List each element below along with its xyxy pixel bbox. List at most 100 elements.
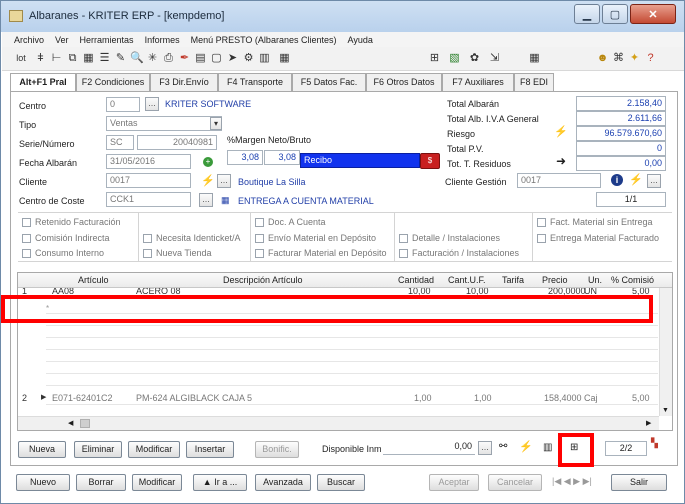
disponible-field[interactable]: 0,00 xyxy=(383,440,475,455)
gestion-lightning-icon[interactable]: ⚡ xyxy=(629,173,643,186)
facturar-deposito-checkbox[interactable]: Facturar Material en Depósito xyxy=(255,248,387,258)
tab-transporte[interactable]: F4 Transporte xyxy=(218,73,292,91)
coste-lookup-button[interactable]: … xyxy=(199,193,213,207)
insertar-linea-button[interactable]: Insertar xyxy=(186,441,234,458)
col-cant-uf[interactable]: Cant.U.F. xyxy=(448,275,486,285)
lot-icon[interactable]: lot xyxy=(12,52,30,65)
binoculars-icon[interactable]: ⚯ xyxy=(499,441,507,452)
avanzada-button[interactable]: Avanzada xyxy=(255,474,311,491)
info-icon[interactable]: i xyxy=(611,174,623,186)
serie-field[interactable]: SC xyxy=(106,135,134,150)
menu-presto[interactable]: Menú PRESTO (Albaranes Clientes) xyxy=(191,35,337,45)
arrow-right-icon[interactable]: ➜ xyxy=(556,154,566,168)
insert-icon[interactable]: ⊢ xyxy=(50,52,63,65)
centro-field[interactable]: 0 xyxy=(106,97,140,112)
fecha-field[interactable]: 31/05/2016 xyxy=(106,154,191,169)
table-row-selected[interactable]: 2 ▶ E071-62401C2 PM-624 ALGIBLACK CAJA 5… xyxy=(18,392,658,404)
menu-ayuda[interactable]: Ayuda xyxy=(347,35,372,45)
minimize-button[interactable]: ▁ xyxy=(574,4,600,24)
grid-icon[interactable]: ▦ xyxy=(82,52,95,65)
calendar-icon[interactable]: ▦ xyxy=(528,52,541,65)
riesgo-lightning-icon[interactable]: ⚡ xyxy=(554,125,568,138)
export-icon[interactable]: ⇲ xyxy=(488,52,501,65)
salir-button[interactable]: Salir xyxy=(611,474,667,491)
copy-icon[interactable]: ⧉ xyxy=(66,52,79,65)
accept-icon[interactable]: ☻ xyxy=(596,52,609,65)
star-icon[interactable]: ✳ xyxy=(146,52,159,65)
comision-indirecta-checkbox[interactable]: Comisión Indirecta xyxy=(22,233,110,243)
necesita-identicket-checkbox[interactable]: Necesita Identicket/A xyxy=(143,233,241,243)
modificar-linea-button[interactable]: Modificar xyxy=(128,441,180,458)
centro-lookup-button[interactable]: … xyxy=(145,97,159,111)
recibo-field[interactable]: Recibo xyxy=(300,153,420,168)
nueva-linea-button[interactable]: Nueva xyxy=(18,441,66,458)
gestion-lookup-button[interactable]: … xyxy=(647,174,661,188)
cliente-lookup-button[interactable]: … xyxy=(217,174,231,188)
box-icon[interactable]: ▢ xyxy=(210,52,223,65)
borrar-button[interactable]: Borrar xyxy=(76,474,126,491)
cliente-name[interactable]: Boutique La Silla xyxy=(238,177,306,187)
menu-archivo[interactable]: Archivo xyxy=(14,35,44,45)
pen-icon[interactable]: ✒ xyxy=(178,52,191,65)
lines-lightning-icon[interactable]: ⚡ xyxy=(519,440,533,453)
fact-sin-entrega-checkbox[interactable]: Fact. Material sin Entrega xyxy=(537,217,653,227)
shuffle-icon[interactable]: ⚙ xyxy=(242,52,255,65)
cliente-gestion-field[interactable]: 0017 xyxy=(517,173,601,188)
ir-a-button[interactable]: ▲ Ir a ... xyxy=(193,474,247,491)
col-precio[interactable]: Precio xyxy=(542,275,568,285)
margen-bruto-field[interactable]: 3,08 xyxy=(264,150,300,165)
disponible-lookup-button[interactable]: … xyxy=(478,441,492,455)
clip-icon[interactable]: ⌘ xyxy=(612,52,625,65)
eliminar-linea-button[interactable]: Eliminar xyxy=(74,441,122,458)
tab-datos-fac[interactable]: F5 Datos Fac. xyxy=(292,73,366,91)
doc-a-cuenta-checkbox[interactable]: Doc. A Cuenta xyxy=(255,217,326,227)
col-descripcion[interactable]: Descripción Artículo xyxy=(223,275,303,285)
modificar-button[interactable]: Modificar xyxy=(132,474,182,491)
bulb-icon[interactable]: ✦ xyxy=(628,52,641,65)
tree-icon[interactable]: ⊞ xyxy=(428,52,441,65)
numero-field[interactable]: 20040981 xyxy=(137,135,217,150)
scroll-thumb[interactable] xyxy=(80,419,90,428)
filter-icon[interactable]: ǂ xyxy=(34,52,47,65)
nuevo-button[interactable]: Nuevo xyxy=(16,474,70,491)
col-tarifa[interactable]: Tarifa xyxy=(502,275,524,285)
preview-icon[interactable]: 🔍 xyxy=(130,52,144,65)
retenido-facturacion-checkbox[interactable]: Retenido Facturación xyxy=(22,217,121,227)
detalle-instalaciones-checkbox[interactable]: Detalle / Instalaciones xyxy=(399,233,500,243)
table-icon[interactable]: ▥ xyxy=(258,52,271,65)
note-icon[interactable]: ▤ xyxy=(194,52,207,65)
tab-condiciones[interactable]: F2 Condiciones xyxy=(76,73,150,91)
col-articulo[interactable]: Artículo xyxy=(78,275,109,285)
tipo-select[interactable]: Ventas xyxy=(106,116,222,131)
menu-ver[interactable]: Ver xyxy=(55,35,69,45)
tab-otros-datos[interactable]: F6 Otros Datos xyxy=(366,73,442,91)
entrega-facturado-checkbox[interactable]: Entrega Material Facturado xyxy=(537,233,659,243)
menu-herramientas[interactable]: Herramientas xyxy=(80,35,134,45)
maximize-button[interactable]: ▢ xyxy=(602,4,628,24)
scroll-left-icon[interactable]: ◀ xyxy=(68,419,73,427)
help-icon[interactable]: ? xyxy=(644,52,657,65)
list-icon[interactable]: ☰ xyxy=(98,52,111,65)
record-navigation-icons[interactable]: |◀ ◀ ▶ ▶| xyxy=(552,476,592,487)
scroll-right-icon[interactable]: ▶ xyxy=(646,419,651,427)
calc-icon[interactable]: ▦ xyxy=(278,52,291,65)
print-icon[interactable]: ⎙ xyxy=(162,52,175,65)
buscar-button[interactable]: Buscar xyxy=(317,474,365,491)
cancelar-button[interactable]: Cancelar xyxy=(488,474,542,491)
envio-deposito-checkbox[interactable]: Envío Material en Depósito xyxy=(255,233,376,243)
tab-principal[interactable]: Alt+F1 Pral xyxy=(10,73,76,92)
col-un[interactable]: Un. xyxy=(588,275,602,285)
tab-dir-envio[interactable]: F3 Dir.Envío xyxy=(150,73,218,91)
col-comision[interactable]: % Comisió xyxy=(611,275,654,285)
money-bag-icon[interactable]: $ xyxy=(420,153,440,169)
menu-informes[interactable]: Informes xyxy=(145,35,180,45)
cliente-field[interactable]: 0017 xyxy=(106,173,191,188)
chart-icon[interactable]: ▧ xyxy=(448,52,461,65)
add-date-icon[interactable]: + xyxy=(203,157,213,167)
edit-icon[interactable]: ✎ xyxy=(114,52,127,65)
tab-auxiliares[interactable]: F7 Auxiliares xyxy=(442,73,514,91)
grid-vertical-scrollbar[interactable]: ▼ xyxy=(659,288,672,416)
close-button[interactable]: ✕ xyxy=(630,4,676,24)
coste-field[interactable]: CCK1 xyxy=(106,192,191,207)
calendar-grid-icon[interactable]: ▥ xyxy=(543,442,552,453)
